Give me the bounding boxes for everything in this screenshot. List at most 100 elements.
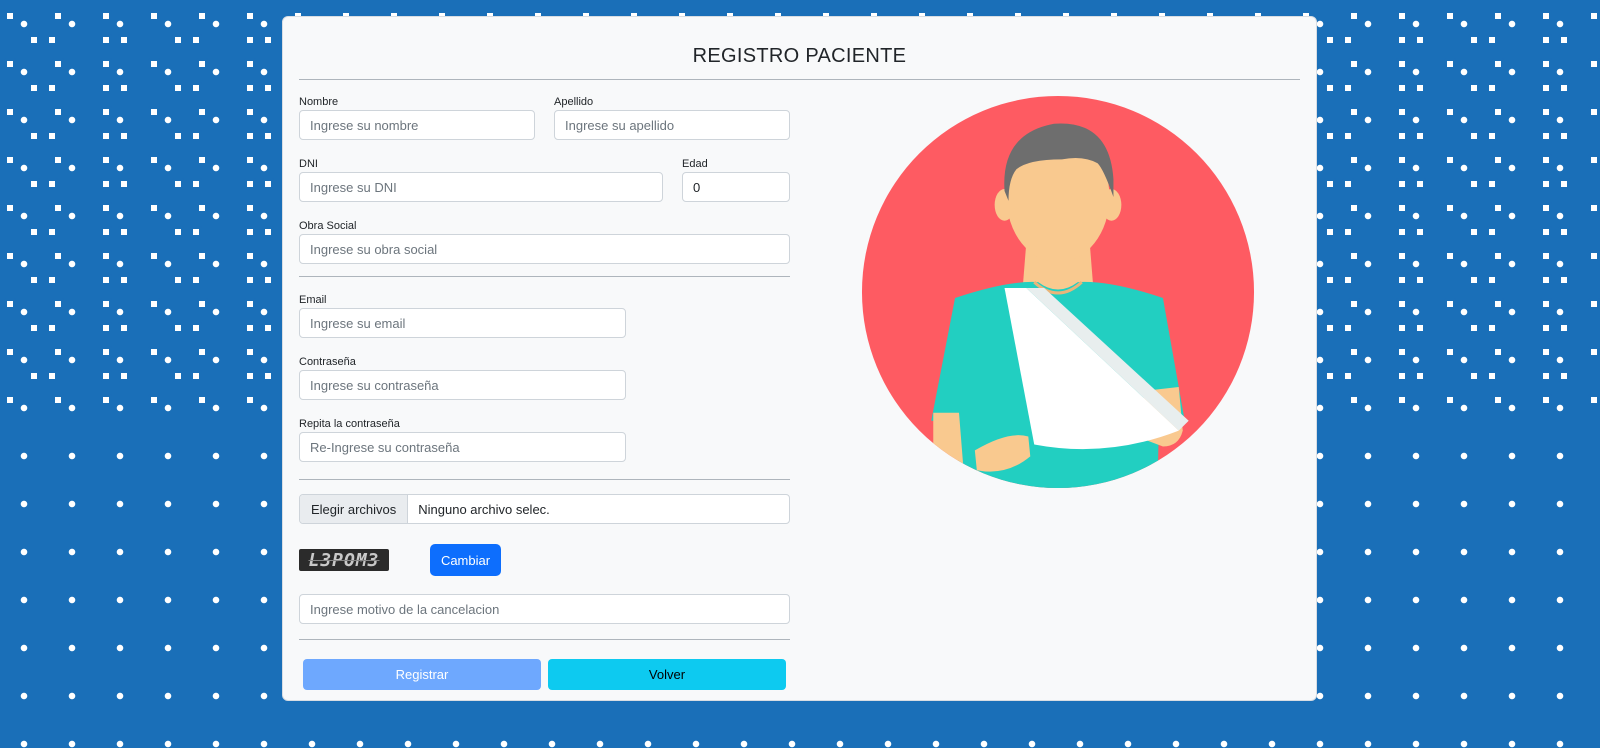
back-button[interactable]: Volver: [548, 659, 786, 690]
nombre-input[interactable]: [299, 110, 535, 140]
pattern-tile: [172, 34, 184, 46]
pattern-tile: [28, 178, 40, 190]
email-input[interactable]: [299, 308, 626, 338]
pattern-tile: [1468, 322, 1480, 334]
pattern-tile: [46, 178, 58, 190]
pattern-tile: [52, 10, 64, 22]
pattern-tile: [1468, 34, 1480, 46]
pattern-tile: [190, 178, 202, 190]
pattern-tile: [262, 274, 274, 286]
pattern-tile: [1540, 346, 1552, 358]
captcha-input[interactable]: [299, 594, 790, 624]
pattern-tile: [262, 370, 274, 382]
pattern-tile: [4, 10, 16, 22]
pattern-tile: [100, 226, 112, 238]
pattern-tile: [1558, 370, 1570, 382]
pattern-tile: [52, 154, 64, 166]
pattern-tile: [1558, 322, 1570, 334]
pattern-tile: [28, 34, 40, 46]
pattern-tile: [28, 274, 40, 286]
pattern-tile: [46, 34, 58, 46]
apellido-input[interactable]: [554, 110, 790, 140]
register-button[interactable]: Registrar: [303, 659, 541, 690]
pattern-tile: [190, 130, 202, 142]
choose-file-button[interactable]: Elegir archivos: [300, 495, 409, 523]
pattern-tile: [172, 130, 184, 142]
obra-social-input[interactable]: [299, 234, 790, 264]
pattern-tile: [1396, 346, 1408, 358]
section-divider: [299, 479, 790, 480]
pattern-tile: [1324, 226, 1336, 238]
pattern-tile: [1492, 154, 1504, 166]
pattern-tile: [1540, 250, 1552, 262]
pattern-tile: [1324, 370, 1336, 382]
change-captcha-button[interactable]: Cambiar: [430, 544, 501, 576]
pattern-tile: [1348, 346, 1360, 358]
pattern-tile: [28, 130, 40, 142]
pattern-tile: [1486, 178, 1498, 190]
pattern-tile: [1414, 178, 1426, 190]
pattern-tile: [100, 250, 112, 262]
pattern-tile: [262, 322, 274, 334]
pattern-tile: [1540, 154, 1552, 166]
pattern-tile: [118, 82, 130, 94]
pattern-tile: [1588, 250, 1600, 262]
pattern-tile: [100, 298, 112, 310]
pattern-tile: [244, 154, 256, 166]
pattern-tile: [1396, 394, 1408, 406]
edad-input[interactable]: [682, 172, 790, 202]
pattern-tile: [1342, 82, 1354, 94]
pattern-tile: [1540, 130, 1552, 142]
pattern-tile: [1342, 130, 1354, 142]
pattern-tile: [1468, 178, 1480, 190]
pattern-tile: [244, 10, 256, 22]
pattern-tile: [1324, 274, 1336, 286]
pattern-tile: [244, 274, 256, 286]
pattern-tile: [52, 106, 64, 118]
pattern-tile: [4, 394, 16, 406]
pattern-tile: [1396, 202, 1408, 214]
pattern-tile: [1342, 274, 1354, 286]
obra-social-label: Obra Social: [299, 220, 357, 232]
file-status: Ninguno archivo selec.: [418, 501, 550, 517]
pattern-tile: [1468, 274, 1480, 286]
pattern-tile: [196, 10, 208, 22]
pattern-tile: [100, 394, 112, 406]
pattern-tile: [1486, 34, 1498, 46]
pattern-tile: [1558, 178, 1570, 190]
pattern-tile: [1492, 106, 1504, 118]
pattern-tile: [1486, 82, 1498, 94]
pattern-tile: [1588, 394, 1600, 406]
pattern-tile: [52, 298, 64, 310]
pattern-tile: [118, 274, 130, 286]
pattern-tile: [28, 370, 40, 382]
password-input[interactable]: [299, 370, 626, 400]
password-repeat-label: Repita la contraseña: [299, 418, 400, 430]
pattern-tile: [1414, 226, 1426, 238]
pattern-tile: [100, 346, 112, 358]
pattern-tile: [1348, 394, 1360, 406]
pattern-tile: [46, 274, 58, 286]
file-input[interactable]: Elegir archivos Ninguno archivo selec.: [299, 494, 790, 524]
pattern-tile: [1540, 202, 1552, 214]
pattern-tile: [1342, 370, 1354, 382]
pattern-tile: [1324, 178, 1336, 190]
pattern-tile: [190, 322, 202, 334]
pattern-tile: [1396, 226, 1408, 238]
pattern-tile: [196, 250, 208, 262]
pattern-tile: [172, 274, 184, 286]
apellido-label: Apellido: [554, 96, 594, 108]
pattern-tile: [148, 106, 160, 118]
pattern-tile: [1396, 34, 1408, 46]
pattern-tile: [1396, 10, 1408, 22]
pattern-tile: [1558, 226, 1570, 238]
dni-input[interactable]: [299, 172, 663, 202]
pattern-tile: [244, 130, 256, 142]
pattern-tile: [1540, 298, 1552, 310]
pattern-tile: [244, 250, 256, 262]
pattern-tile: [262, 178, 274, 190]
password-repeat-input[interactable]: [299, 432, 626, 462]
pattern-tile: [1486, 130, 1498, 142]
pattern-tile: [244, 226, 256, 238]
pattern-tile: [196, 58, 208, 70]
